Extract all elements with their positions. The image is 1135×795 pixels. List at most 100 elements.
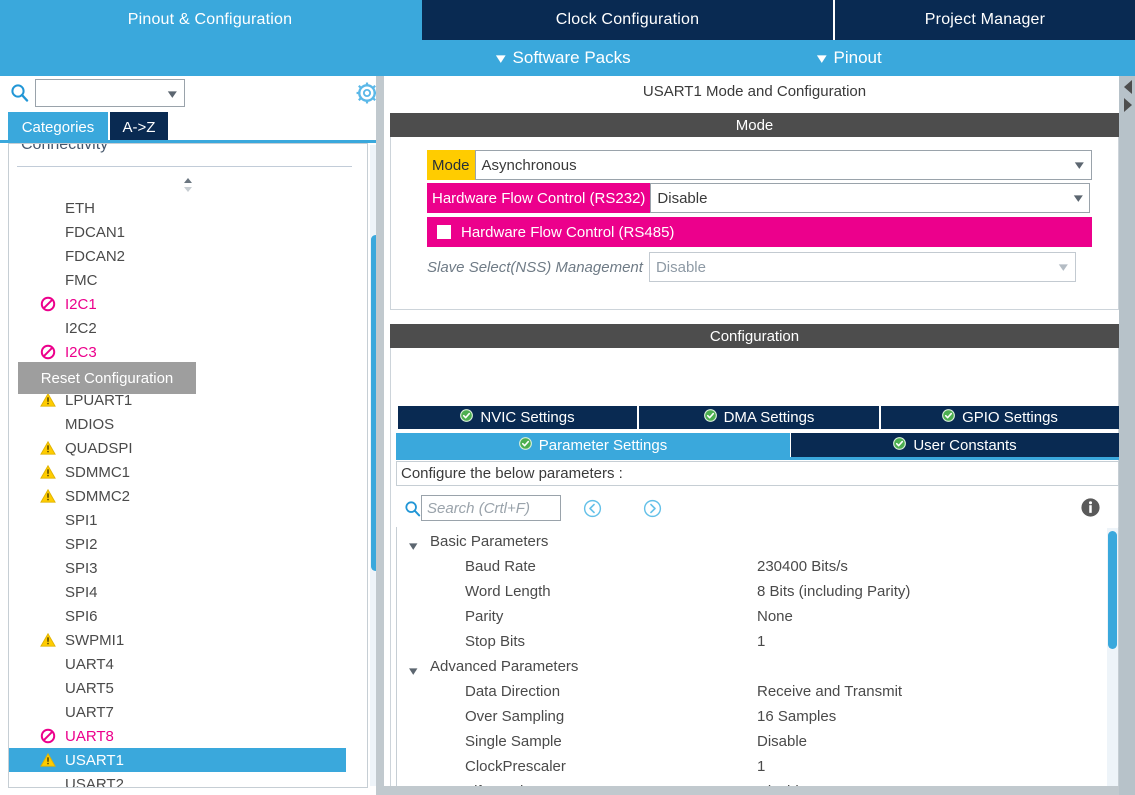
tab-gpio-settings[interactable]: GPIO Settings xyxy=(881,406,1119,429)
sidebar-item-spi2[interactable]: SPI2 xyxy=(9,532,346,556)
parameter-row[interactable]: Parity None xyxy=(397,608,1110,633)
sidebar-item-fmc[interactable]: FMC xyxy=(9,268,346,292)
sidebar-item-uart7[interactable]: UART7 xyxy=(9,700,346,724)
reset-configuration-button[interactable]: Reset Configuration xyxy=(18,362,196,394)
parameter-name: Baud Rate xyxy=(465,558,536,575)
sidebar-item-eth[interactable]: ETH xyxy=(9,196,346,220)
sidebar-item-mdios[interactable]: MDIOS xyxy=(9,412,346,436)
page-title: USART1 Mode and Configuration xyxy=(390,76,1119,106)
chevron-down-icon: ▾ xyxy=(816,49,827,67)
tab-a-to-z[interactable]: A->Z xyxy=(110,112,168,143)
tab-project-manager[interactable]: Project Manager xyxy=(835,0,1135,40)
sidebar-item-label: SPI4 xyxy=(65,583,98,601)
right-panel-splitter[interactable] xyxy=(1119,76,1135,795)
parameter-name: Advanced Parameters xyxy=(430,658,579,675)
parameter-value[interactable]: 1 xyxy=(757,758,765,775)
mode-select[interactable]: Asynchronous ▾ xyxy=(474,150,1092,180)
sidebar-item-uart8[interactable]: UART8 xyxy=(9,724,346,748)
search-icon xyxy=(10,83,29,107)
no-entry-icon xyxy=(39,295,57,313)
green-check-icon xyxy=(518,436,532,454)
sidebar-item-usart2[interactable]: USART2 xyxy=(9,772,346,788)
chevron-down-icon: ▾ xyxy=(1075,157,1085,172)
chevron-down-icon[interactable]: ▾ xyxy=(409,663,417,679)
tab-a-to-z-label: A->Z xyxy=(122,119,156,136)
parameter-value[interactable]: 8 Bits (including Parity) xyxy=(757,583,910,600)
parameter-value[interactable]: 230400 Bits/s xyxy=(757,558,848,575)
tab-project-manager-label: Project Manager xyxy=(924,11,1046,28)
sidebar-item-label: SDMMC2 xyxy=(65,487,131,505)
tab-parameter-settings[interactable]: Parameter Settings xyxy=(396,433,790,457)
sidebar-item-quadspi[interactable]: QUADSPI xyxy=(9,436,346,460)
tab-categories-label: Categories xyxy=(21,119,95,136)
sidebar-item-i2c2[interactable]: I2C2 xyxy=(9,316,346,340)
ip-group-header[interactable]: Connectivity xyxy=(21,144,108,154)
sidebar-item-usart1[interactable]: USART1 xyxy=(9,748,346,772)
chevron-down-icon: ▾ xyxy=(495,49,506,67)
hw-flow-rs485-checkbox[interactable] xyxy=(437,225,451,239)
bottom-splitter[interactable] xyxy=(383,786,1119,795)
parameter-row[interactable]: Data Direction Receive and Transmit xyxy=(397,683,1110,708)
tab-user-constants-label: User Constants xyxy=(913,436,1017,454)
parameter-value[interactable]: 16 Samples xyxy=(757,708,836,725)
sidebar-item-label: SWPMI1 xyxy=(65,631,125,649)
sidebar-item-sdmmc1[interactable]: SDMMC1 xyxy=(9,460,346,484)
sidebar-item-uart4[interactable]: UART4 xyxy=(9,652,346,676)
circle-right-arrow-icon[interactable] xyxy=(643,499,662,518)
warning-triangle-icon xyxy=(39,631,57,649)
sidebar-item-sdmmc2[interactable]: SDMMC2 xyxy=(9,484,346,508)
circle-left-arrow-icon[interactable] xyxy=(583,499,602,518)
tab-nvic-settings[interactable]: NVIC Settings xyxy=(398,406,637,429)
parameter-row[interactable]: ClockPrescaler 1 xyxy=(397,758,1110,783)
nss-management-value: Disable xyxy=(655,258,706,276)
parameter-value[interactable]: Disable xyxy=(757,733,807,750)
tab-dma-settings[interactable]: DMA Settings xyxy=(639,406,879,429)
sidebar-item-i2c3[interactable]: I2C3 xyxy=(9,340,346,364)
hw-flow-rs485-row[interactable]: Hardware Flow Control (RS485) xyxy=(427,217,1092,247)
hw-flow-rs232-label: Hardware Flow Control (RS232) xyxy=(427,183,651,213)
sidebar-item-spi6[interactable]: SPI6 xyxy=(9,604,346,628)
parameter-row[interactable]: Baud Rate 230400 Bits/s xyxy=(397,558,1110,583)
parameter-value[interactable]: None xyxy=(757,608,793,625)
sidebar-item-label: FDCAN1 xyxy=(65,223,126,241)
sidebar-item-uart5[interactable]: UART5 xyxy=(9,676,346,700)
parameter-scrollbar-thumb[interactable] xyxy=(1108,531,1117,649)
sidebar-item-spi4[interactable]: SPI4 xyxy=(9,580,346,604)
parameter-search-input[interactable]: Search (Crtl+F) xyxy=(421,495,561,521)
tab-categories[interactable]: Categories xyxy=(8,112,108,143)
sidebar-item-i2c1[interactable]: I2C1 xyxy=(9,292,346,316)
left-panel-splitter[interactable] xyxy=(376,76,384,795)
panel-collapse-arrows-icon[interactable] xyxy=(1121,78,1134,123)
hw-flow-rs232-select[interactable]: Disable ▾ xyxy=(650,183,1091,213)
sidebar-item-spi1[interactable]: SPI1 xyxy=(9,508,346,532)
tab-user-constants[interactable]: User Constants xyxy=(791,433,1119,457)
no-entry-icon xyxy=(39,343,57,361)
menu-pinout[interactable]: ▾ Pinout xyxy=(816,48,882,68)
tab-clock-configuration[interactable]: Clock Configuration xyxy=(422,0,833,40)
sidebar-item-fdcan1[interactable]: FDCAN1 xyxy=(9,220,346,244)
parameter-group-row[interactable]: ▾ Advanced Parameters xyxy=(397,658,1110,683)
parameter-row[interactable]: Over Sampling 16 Samples xyxy=(397,708,1110,733)
sidebar-item-swpmi1[interactable]: SWPMI1 xyxy=(9,628,346,652)
sidebar-item-fdcan2[interactable]: FDCAN2 xyxy=(9,244,346,268)
nss-management-select: Disable ▾ xyxy=(648,252,1076,282)
sort-updown-icon[interactable] xyxy=(179,176,197,194)
chevron-down-icon: ▾ xyxy=(168,86,178,101)
hw-flow-rs485-label: Hardware Flow Control (RS485) xyxy=(461,223,675,241)
sidebar-item-label: QUADSPI xyxy=(65,439,133,457)
parameter-value[interactable]: Receive and Transmit xyxy=(757,683,902,700)
menu-software-packs[interactable]: ▾ Software Packs xyxy=(495,48,631,68)
parameter-row[interactable]: Word Length 8 Bits (including Parity) xyxy=(397,583,1110,608)
ip-search-combo[interactable]: ▾ xyxy=(35,79,185,107)
parameter-value[interactable]: 1 xyxy=(757,633,765,650)
tab-pinout-configuration[interactable]: Pinout & Configuration xyxy=(0,0,420,40)
parameter-row[interactable]: Stop Bits 1 xyxy=(397,633,1110,658)
info-icon[interactable] xyxy=(1080,497,1101,523)
parameter-group-row[interactable]: ▾ Basic Parameters xyxy=(397,533,1110,558)
hw-flow-rs232-value: Disable xyxy=(657,189,708,207)
chevron-down-icon[interactable]: ▾ xyxy=(409,538,417,554)
gear-icon[interactable] xyxy=(356,82,378,109)
tab-dma-settings-label: DMA Settings xyxy=(723,409,815,426)
sidebar-item-spi3[interactable]: SPI3 xyxy=(9,556,346,580)
parameter-row[interactable]: Single Sample Disable xyxy=(397,733,1110,758)
